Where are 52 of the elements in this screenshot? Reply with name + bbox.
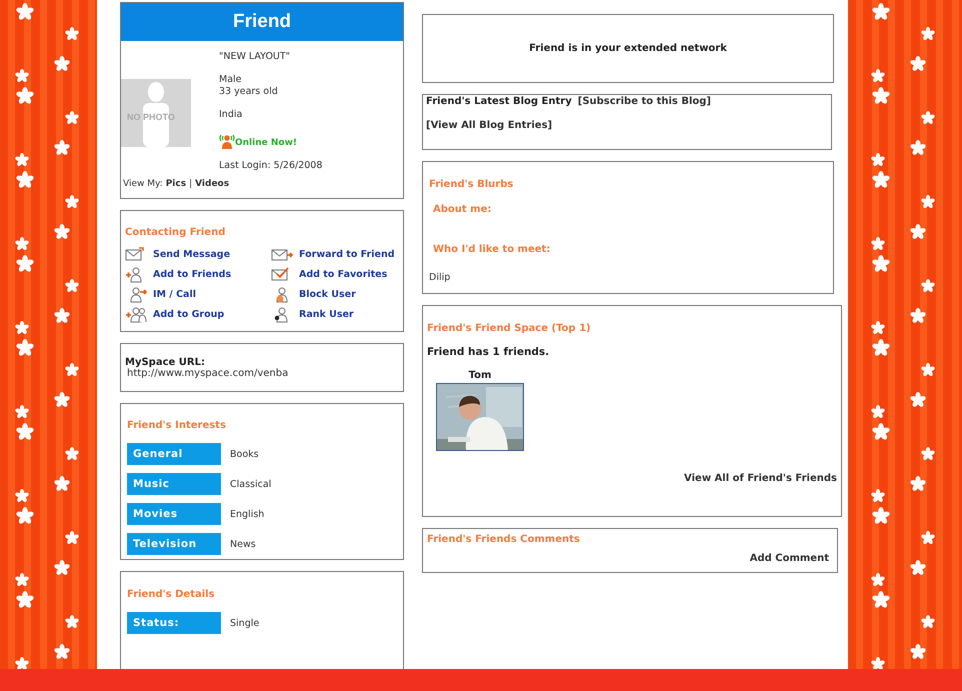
envelope-icon[interactable] (125, 246, 147, 263)
url-label: MySpace URL: (125, 357, 205, 368)
contact-link[interactable]: Add to Friends (153, 269, 232, 280)
profile-url: http://www.myspace.com/venba (126, 368, 290, 380)
friend-count: Friend has 1 friends. (427, 346, 550, 358)
contact-link[interactable]: Send Message (153, 249, 230, 260)
detail-value: Single (229, 618, 260, 628)
section-heading: Friend's Blurbs (429, 179, 514, 190)
interest-label: General (127, 443, 221, 466)
profile-location: India (219, 109, 244, 121)
blurb-text: Dilip (429, 272, 452, 283)
interest-value: Classical (229, 478, 272, 490)
section-heading: Contacting Friend (125, 226, 226, 238)
profile-title: Friend (121, 3, 403, 41)
profile-age: 33 years old (219, 86, 279, 98)
profile-link[interactable]: Videos (195, 179, 230, 189)
section-heading: Friend's Details (127, 589, 216, 600)
contact-link[interactable]: Add to Group (153, 309, 224, 320)
blog-heading: Friend's Latest Blog Entry (426, 96, 572, 107)
detail-label: Status: (127, 612, 221, 634)
online-status: Online Now! (235, 137, 298, 149)
section-heading: Friend's Friend Space (Top 1) (427, 323, 592, 334)
interest-value: Books (229, 448, 259, 460)
friend-name[interactable]: Tom (468, 370, 492, 381)
add-comment-link[interactable]: Add Comment (750, 553, 829, 564)
interest-label: Movies (127, 503, 221, 526)
online-person-icon (219, 132, 235, 149)
profile-headline: "NEW LAYOUT" (219, 51, 292, 63)
interest-label: Music (127, 473, 221, 496)
contact-link[interactable]: Rank User (299, 309, 354, 320)
blurb-label: About me: (432, 204, 492, 215)
profile-gender: Male (219, 74, 243, 86)
section-heading: Friend's Friends Comments (427, 534, 581, 545)
contact-link[interactable]: Add to Favorites (299, 269, 388, 280)
profile-link[interactable]: Pics (166, 179, 186, 189)
view-all-friends-link[interactable]: View All of Friend's Friends (684, 473, 837, 484)
contact-link[interactable]: Block User (299, 289, 356, 300)
blurb-label: Who I'd like to meet: (432, 244, 552, 255)
interest-label: Television (127, 533, 221, 556)
contact-link[interactable]: IM / Call (153, 289, 196, 300)
subscribe-link[interactable]: [Subscribe to this Blog] (578, 96, 712, 107)
contact-link[interactable]: Forward to Friend (299, 249, 395, 260)
people-plus-icon[interactable] (125, 306, 147, 323)
envelope-arrow-icon[interactable] (271, 246, 293, 263)
network-notice: Friend is in your extended network (529, 43, 727, 54)
view-all-blog-link[interactable]: [View All Blog Entries] (426, 120, 552, 131)
section-heading: Friend's Interests (127, 420, 227, 432)
separator: | (189, 179, 192, 189)
interest-value: News (229, 538, 256, 550)
interest-value: English (229, 508, 264, 520)
last-login: Last Login: 5/26/2008 (219, 160, 322, 172)
view-my-label: View My: (123, 179, 163, 189)
